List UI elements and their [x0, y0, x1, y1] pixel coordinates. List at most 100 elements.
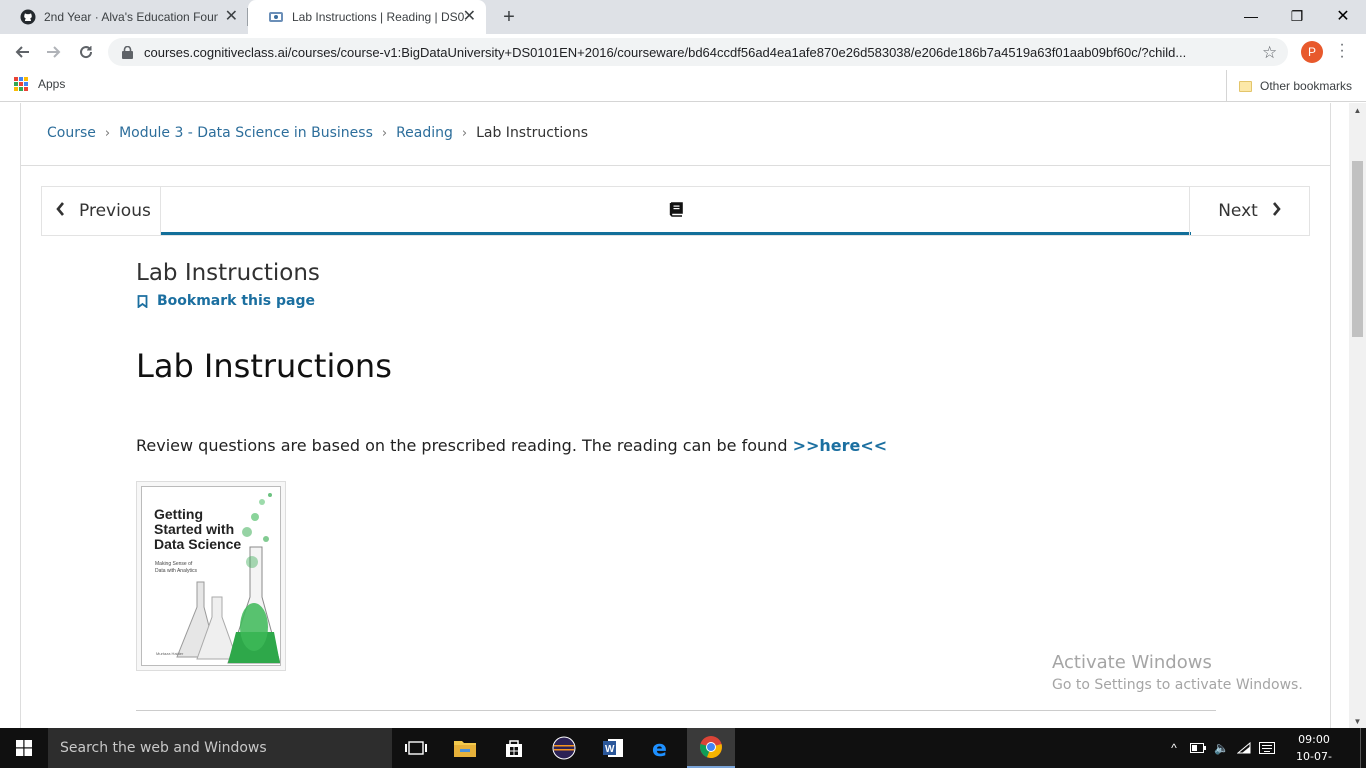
- scroll-up-icon[interactable]: ▲: [1349, 103, 1366, 117]
- windows-logo-icon: [16, 740, 32, 756]
- clock-time: 09:00: [1298, 733, 1330, 746]
- close-tab-icon[interactable]: ✕: [463, 9, 476, 25]
- chevron-right-icon: ›: [461, 125, 468, 141]
- word-button[interactable]: W: [589, 728, 637, 768]
- apps-grid-icon: [14, 77, 28, 91]
- bookmark-label: Bookmark this page: [157, 293, 315, 309]
- next-button[interactable]: Next: [1189, 187, 1309, 235]
- chevron-right-icon: ›: [381, 125, 388, 141]
- eclipse-button[interactable]: [540, 728, 588, 768]
- restore-button[interactable]: ❐: [1274, 0, 1320, 32]
- taskbar-search[interactable]: Search the web and Windows: [48, 728, 392, 768]
- word-icon: W: [603, 739, 623, 757]
- task-view-button[interactable]: [392, 728, 440, 768]
- page-scrollbar[interactable]: ▲ ▼: [1349, 103, 1366, 728]
- previous-label: Previous: [79, 201, 151, 221]
- other-bookmarks[interactable]: Other bookmarks: [1226, 70, 1352, 102]
- address-bar[interactable]: courses.cognitiveclass.ai/courses/course…: [108, 38, 1288, 66]
- book-icon: [669, 202, 683, 217]
- folder-icon: [1239, 80, 1252, 92]
- watermark-subtitle: Go to Settings to activate Windows.: [1052, 677, 1303, 693]
- breadcrumb-module[interactable]: Module 3 - Data Science in Business: [119, 125, 373, 141]
- bookmark-page-button[interactable]: Bookmark this page: [137, 293, 315, 309]
- store-bag-icon: [506, 740, 522, 757]
- review-text: Review questions are based on the prescr…: [136, 436, 793, 455]
- apps-label: Apps: [38, 77, 66, 91]
- start-button[interactable]: [0, 728, 48, 768]
- show-hidden-icons-icon[interactable]: ^: [1166, 741, 1182, 755]
- back-arrow-icon: [15, 46, 29, 58]
- review-paragraph: Review questions are based on the prescr…: [136, 436, 887, 455]
- volume-icon[interactable]: 🔈: [1214, 741, 1229, 755]
- file-explorer-button[interactable]: [441, 728, 489, 768]
- book-title-line: Getting: [154, 506, 203, 522]
- activate-windows-watermark: Activate Windows Go to Settings to activ…: [1052, 652, 1303, 693]
- breadcrumb: Course › Module 3 - Data Science in Busi…: [47, 125, 588, 141]
- svg-text:e: e: [652, 737, 667, 759]
- system-tray: ^ 🔈: [1166, 728, 1275, 768]
- minimize-button[interactable]: —: [1228, 0, 1274, 32]
- bookmark-icon: [137, 294, 148, 308]
- edge-icon: e: [652, 737, 667, 759]
- back-button[interactable]: [8, 38, 36, 66]
- tab-label: 2nd Year · Alva's Education Found: [44, 10, 218, 24]
- edge-button[interactable]: e: [638, 728, 686, 768]
- breadcrumb-course[interactable]: Course: [47, 125, 96, 141]
- divider: [136, 710, 1216, 711]
- battery-icon[interactable]: [1190, 743, 1206, 753]
- forward-button[interactable]: [40, 38, 68, 66]
- svg-text:W: W: [605, 744, 615, 755]
- keyboard-icon[interactable]: [1258, 742, 1275, 754]
- new-tab-button[interactable]: +: [497, 5, 521, 29]
- search-placeholder: Search the web and Windows: [60, 740, 267, 756]
- clock-date: 10-07-2020: [1296, 750, 1332, 780]
- book-subtitle-line: Data with Analytics: [155, 568, 197, 574]
- reload-icon: [80, 46, 93, 59]
- bookmark-star-icon[interactable]: ☆: [1262, 43, 1277, 63]
- chevron-left-icon: [56, 202, 65, 220]
- chrome-button[interactable]: [687, 728, 735, 768]
- previous-button[interactable]: Previous: [42, 187, 161, 235]
- cognitiveclass-icon: [269, 12, 283, 22]
- book-title-line: Started with: [154, 521, 235, 537]
- book-subtitle-line: Making Sense of: [155, 561, 193, 567]
- bookmarks-bar: Apps Other bookmarks: [0, 70, 1366, 102]
- windows-taskbar: Search the web and Windows W e ^ 🔈 09:00…: [0, 728, 1366, 780]
- book-title: Getting Started with Data Science: [154, 507, 241, 552]
- book-title-line: Data Science: [154, 536, 242, 552]
- profile-avatar[interactable]: P: [1301, 41, 1323, 63]
- unit-tab-active[interactable]: [161, 187, 1191, 235]
- unit-title: Lab Instructions: [136, 260, 320, 286]
- breadcrumb-section[interactable]: Reading: [396, 125, 453, 141]
- tab-github[interactable]: 2nd Year · Alva's Education Found ✕: [0, 0, 248, 34]
- book-cover: Getting Started with Data Science Making…: [141, 486, 281, 666]
- scroll-thumb[interactable]: [1352, 161, 1363, 337]
- close-tab-icon[interactable]: ✕: [225, 9, 238, 25]
- apps-shortcut[interactable]: Apps: [14, 77, 65, 91]
- chevron-right-icon: [1272, 202, 1281, 220]
- menu-kebab-icon[interactable]: · · ·: [1336, 37, 1348, 65]
- url-text: courses.cognitiveclass.ai/courses/course…: [144, 44, 1187, 60]
- tab-strip: 2nd Year · Alva's Education Found ✕ Lab …: [0, 0, 1366, 34]
- scroll-down-icon[interactable]: ▼: [1349, 714, 1366, 728]
- tab-lab-instructions[interactable]: Lab Instructions | Reading | DS01 ✕: [248, 0, 486, 34]
- chrome-icon: [700, 736, 722, 759]
- watermark-title: Activate Windows: [1052, 652, 1212, 673]
- page-viewport: Course › Module 3 - Data Science in Busi…: [0, 103, 1366, 728]
- reload-button[interactable]: [72, 38, 100, 66]
- breadcrumb-current: Lab Instructions: [476, 125, 589, 141]
- book-author: Murtaza Haider: [156, 651, 184, 656]
- next-label: Next: [1218, 201, 1258, 221]
- book-subtitle: Making Sense of Data with Analytics: [155, 561, 197, 575]
- folder-icon: [454, 741, 476, 757]
- task-view-icon: [405, 741, 427, 755]
- github-icon: [20, 9, 36, 25]
- system-clock[interactable]: 09:00 10-07-2020: [1284, 731, 1344, 782]
- course-content: Course › Module 3 - Data Science in Busi…: [20, 103, 1331, 728]
- wifi-icon[interactable]: [1236, 742, 1251, 754]
- browser-toolbar: courses.cognitiveclass.ai/courses/course…: [0, 34, 1366, 70]
- store-button[interactable]: [490, 728, 538, 768]
- close-window-button[interactable]: ✕: [1320, 0, 1366, 32]
- reading-link[interactable]: >>here<<: [793, 436, 888, 455]
- show-desktop-button[interactable]: [1360, 728, 1366, 768]
